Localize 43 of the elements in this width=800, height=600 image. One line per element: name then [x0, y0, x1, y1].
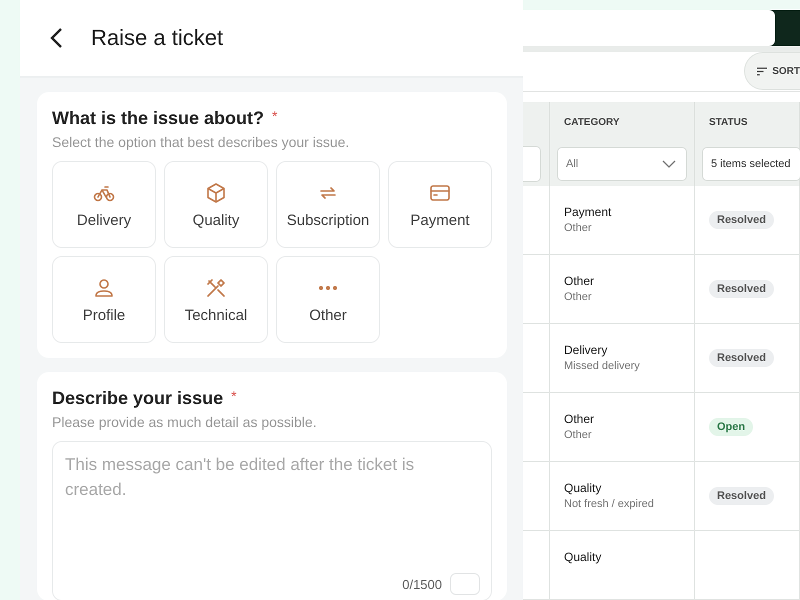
required-mark: *	[272, 108, 278, 124]
box-icon	[204, 180, 228, 204]
table-cell-text: Quality	[564, 480, 602, 496]
filter-field[interactable]	[523, 146, 541, 182]
status-badge: Resolved	[709, 349, 774, 367]
category-filter[interactable]: All	[557, 147, 687, 181]
section-hint: Please provide as much detail as possible.	[52, 414, 318, 430]
more-dots-icon	[318, 284, 338, 290]
section-heading: What is the issue about?	[52, 108, 264, 129]
table-cell-text: Quality	[564, 549, 602, 565]
table-cell-text: Other	[564, 411, 596, 427]
attach-button[interactable]	[450, 573, 480, 595]
issue-option[interactable]: Other	[276, 256, 380, 343]
status-badge: Resolved	[709, 211, 774, 229]
status-badge: Resolved	[709, 487, 774, 505]
status-badge: Open	[709, 418, 754, 436]
section-hint: Select the option that best describes your issue.	[52, 134, 350, 150]
table-cell-text: Other	[564, 221, 593, 236]
issue-option[interactable]: Technical	[164, 256, 268, 343]
table-cell-text: Delivery	[564, 342, 608, 358]
issue-option[interactable]: Subscription	[276, 161, 380, 248]
issue-option[interactable]: Payment	[388, 161, 492, 248]
character-counter: 0/1500	[402, 576, 442, 592]
status-filter[interactable]: 5 items selected	[702, 147, 800, 181]
back-icon[interactable]	[49, 27, 63, 49]
chevron-down-icon	[662, 160, 676, 168]
table-cell-text: Not fresh / expired	[564, 497, 655, 512]
table-cell-text: Other	[564, 273, 596, 289]
table-cell-text: Other	[564, 290, 593, 305]
column-header: CATEGORY	[550, 102, 695, 142]
issue-option[interactable]: Profile	[52, 256, 156, 343]
table-cell-text: Other	[564, 428, 593, 443]
status-badge: Resolved	[709, 280, 774, 298]
sort-button[interactable]: SORT	[744, 52, 800, 90]
column-header: STATUS	[695, 102, 800, 142]
issue-option[interactable]: Delivery	[52, 161, 156, 248]
page-title: Raise a ticket	[91, 25, 224, 51]
sort-icon	[757, 66, 768, 76]
issue-option[interactable]: Quality	[164, 161, 268, 248]
required-mark: *	[231, 388, 237, 404]
table-cell-text: Missed delivery	[564, 359, 641, 374]
section-heading: Describe your issue	[52, 388, 224, 409]
table-cell-text: Payment	[564, 204, 612, 220]
